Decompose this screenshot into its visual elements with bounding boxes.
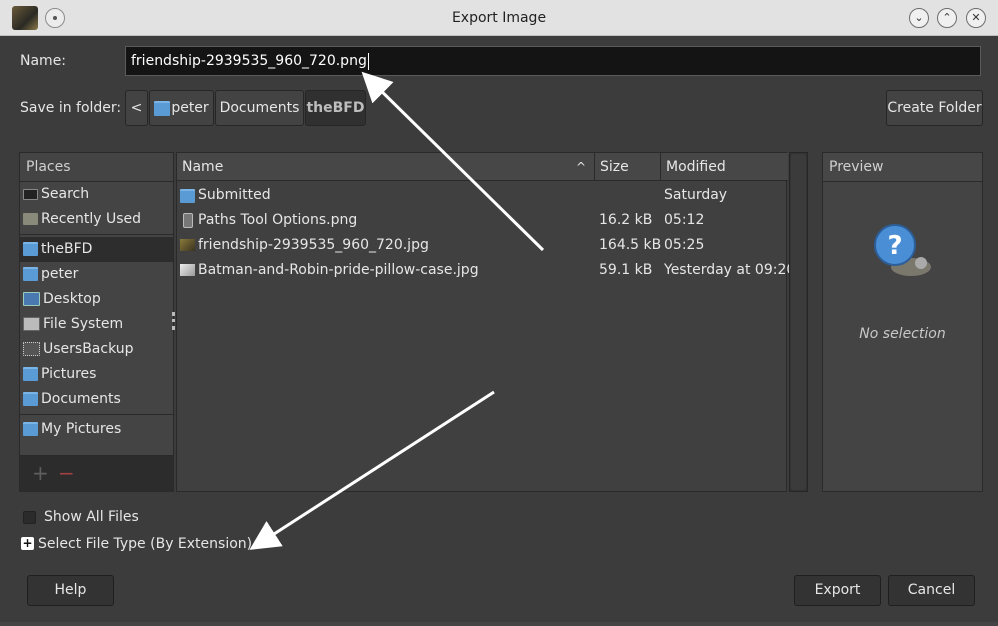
window-bottom-edge — [0, 622, 998, 626]
image-file-icon — [183, 213, 193, 228]
file-name: Batman-and-Robin-pride-pillow-case.jpg — [198, 262, 479, 278]
place-recently-used[interactable]: Recently Used — [20, 207, 173, 232]
file-row[interactable]: Paths Tool Options.png 16.2 kB 05:12 — [177, 208, 788, 233]
file-name: friendship-2939535_960_720.jpg — [198, 237, 429, 253]
place-label: Pictures — [41, 366, 97, 382]
column-name[interactable]: Name ^ — [177, 153, 595, 181]
file-row[interactable]: Submitted Saturday — [177, 183, 788, 208]
binoculars-icon — [23, 188, 38, 200]
places-sidebar: Places Search Recently Used theBFD peter… — [19, 152, 174, 492]
name-label: Name: — [20, 53, 67, 69]
places-header: Places — [20, 153, 173, 182]
place-my-pictures[interactable]: My Pictures — [20, 417, 173, 442]
cancel-button[interactable]: Cancel — [888, 575, 975, 606]
file-modified: Saturday — [664, 187, 728, 203]
text-caret — [367, 52, 369, 70]
scrollbar-thumb[interactable] — [791, 154, 806, 490]
crumb-label: peter — [171, 100, 209, 116]
file-list-header: Name ^ Size Modified — [177, 153, 788, 181]
place-thebfd[interactable]: theBFD — [20, 237, 173, 262]
file-modified: Yesterday at 09:20 — [664, 262, 796, 278]
places-toolbar: + − — [19, 455, 174, 492]
desktop-icon — [23, 292, 40, 306]
folder-icon — [23, 367, 38, 381]
path-crumb-peter[interactable]: peter — [149, 90, 214, 126]
minimize-button[interactable]: ⌄ — [909, 8, 929, 28]
recent-icon — [23, 213, 38, 225]
pane-resize-handle[interactable] — [172, 312, 175, 330]
preview-header: Preview — [823, 153, 982, 182]
column-size[interactable]: Size — [595, 153, 661, 181]
file-name: Paths Tool Options.png — [198, 212, 358, 228]
place-peter[interactable]: peter — [20, 262, 173, 287]
export-button[interactable]: Export — [794, 575, 881, 606]
place-usersbackup[interactable]: UsersBackup — [20, 337, 173, 362]
place-label: Documents — [41, 391, 121, 407]
folder-icon — [180, 189, 195, 203]
place-pictures[interactable]: Pictures — [20, 362, 173, 387]
path-crumb-documents[interactable]: Documents — [215, 90, 304, 126]
help-button[interactable]: Help — [27, 575, 114, 606]
places-separator — [20, 414, 173, 415]
file-list: Name ^ Size Modified Submitted Saturday … — [176, 152, 795, 492]
file-row[interactable]: friendship-2939535_960_720.jpg 164.5 kB … — [177, 233, 788, 258]
drive-icon — [23, 317, 40, 331]
place-label: Desktop — [43, 291, 101, 307]
place-desktop[interactable]: Desktop — [20, 287, 173, 312]
file-name: Submitted — [198, 187, 271, 203]
no-selection-text: No selection — [859, 326, 946, 342]
gimp-question-icon: ? — [873, 223, 933, 283]
place-label: My Pictures — [41, 421, 122, 437]
place-label: Recently Used — [41, 211, 142, 227]
places-separator — [20, 234, 173, 235]
file-modified: 05:12 — [664, 212, 705, 228]
column-modified[interactable]: Modified — [661, 153, 788, 181]
place-label: Search — [41, 186, 90, 202]
show-all-files-label[interactable]: Show All Files — [44, 509, 139, 525]
file-modified: 05:25 — [664, 237, 705, 253]
close-button[interactable]: ✕ — [966, 8, 986, 28]
filename-input[interactable]: friendship-2939535_960_720.png — [125, 46, 981, 76]
file-row[interactable]: Batman-and-Robin-pride-pillow-case.jpg 5… — [177, 258, 795, 283]
column-name-label: Name — [182, 159, 224, 175]
home-folder-icon — [23, 267, 38, 281]
file-size: 59.1 kB — [599, 262, 653, 278]
sort-ascending-icon: ^ — [575, 160, 586, 174]
save-in-folder-label: Save in folder: — [20, 100, 122, 116]
file-size: 164.5 kB — [599, 237, 662, 253]
place-label: UsersBackup — [43, 341, 134, 357]
window-title: Export Image — [451, 10, 547, 26]
add-bookmark-button[interactable]: + — [32, 462, 49, 484]
folder-icon — [23, 242, 38, 256]
folder-icon — [23, 422, 38, 436]
select-file-type-expander[interactable]: Select File Type (By Extension) — [38, 536, 252, 552]
expander-plus-icon[interactable]: + — [21, 537, 34, 550]
maximize-button[interactable]: ⌃ — [937, 8, 957, 28]
preview-pane: Preview — [822, 152, 983, 492]
folder-icon — [23, 392, 38, 406]
remove-bookmark-button[interactable]: − — [58, 462, 75, 484]
path-back-button[interactable]: < — [125, 90, 148, 126]
svg-text:?: ? — [887, 231, 902, 261]
image-file-icon — [180, 239, 195, 251]
home-folder-icon — [154, 100, 171, 116]
image-file-icon — [180, 264, 195, 276]
place-search[interactable]: Search — [20, 182, 173, 207]
create-folder-button[interactable]: Create Folder — [886, 90, 983, 126]
place-file-system[interactable]: File System — [20, 312, 173, 337]
place-label: peter — [41, 266, 79, 282]
filename-value: friendship-2939535_960_720.png — [131, 53, 367, 69]
show-all-files-checkbox[interactable] — [23, 511, 36, 524]
place-documents[interactable]: Documents — [20, 387, 173, 412]
path-crumb-thebfd[interactable]: theBFD — [305, 90, 366, 126]
drive-icon — [23, 342, 40, 356]
place-label: File System — [43, 316, 124, 332]
file-size: 16.2 kB — [599, 212, 653, 228]
place-label: theBFD — [41, 241, 93, 257]
